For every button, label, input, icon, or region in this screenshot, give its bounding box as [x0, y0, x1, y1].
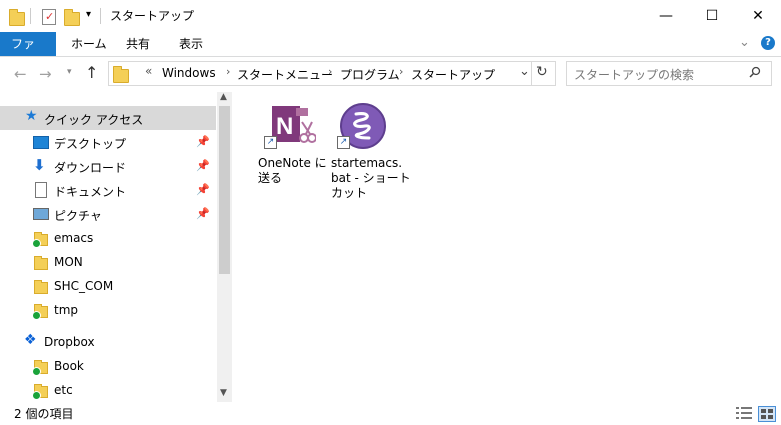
folder-icon [113, 65, 129, 83]
tab-file[interactable]: ファイル [0, 32, 56, 75]
search-icon[interactable] [749, 66, 761, 78]
sidebar-item-label: ドキュメント [54, 185, 127, 199]
pin-icon[interactable]: 📌 [196, 207, 210, 220]
divider [100, 8, 101, 24]
sync-check-icon [32, 367, 41, 376]
breadcrumb-overflow[interactable]: « [145, 64, 152, 78]
folder-icon [34, 280, 48, 294]
folder-icon [9, 8, 25, 26]
sidebar-item-label: Book [54, 359, 84, 373]
folder-icon [32, 304, 48, 320]
sidebar-item-label: emacs [54, 231, 94, 245]
sidebar-item-downloads[interactable]: ⬇ ダウンロード 📌 [0, 154, 216, 178]
file-label: OneNote に 送る [258, 156, 327, 185]
sidebar-item-book[interactable]: Book [0, 354, 216, 378]
navigation-bar: ← → ▾ ↑ « Windows › スタートメニュー › プログラム › ス… [0, 58, 781, 90]
folder-icon [32, 360, 48, 376]
recent-locations-icon[interactable]: ▾ [67, 67, 72, 77]
scroll-down-icon[interactable]: ▼ [220, 388, 227, 398]
quick-access-dropdown-icon[interactable]: ▾ [86, 9, 91, 20]
refresh-icon[interactable]: ↻ [536, 64, 548, 80]
sidebar-item-label: tmp [54, 303, 79, 317]
breadcrumb-programs[interactable]: プログラム [340, 66, 400, 83]
content-pane: N ↗ OneNote に 送る ↗ startemacs. bat - ショー… [232, 92, 781, 402]
dropbox-icon: ❖ [24, 332, 37, 348]
shortcut-arrow-icon: ↗ [337, 136, 350, 149]
navigation-pane: ★ クイック アクセス デスクトップ 📌 ⬇ ダウンロード 📌 ドキュメント 📌… [0, 100, 232, 402]
folder-icon [34, 256, 48, 270]
properties-icon[interactable]: ✓ [42, 8, 56, 25]
close-button[interactable]: ✕ [735, 0, 781, 32]
address-bar[interactable]: « Windows › スタートメニュー › プログラム › スタートアップ ⌄… [108, 61, 556, 86]
sidebar-item-emacs[interactable]: emacs [0, 226, 216, 250]
breadcrumb-startup[interactable]: スタートアップ [411, 66, 495, 83]
sidebar-item-label: etc [54, 383, 73, 397]
title-bar: ✓ ▾ スタートアップ — ☐ ✕ [0, 0, 781, 32]
sidebar-item-documents[interactable]: ドキュメント 📌 [0, 178, 216, 202]
scroll-up-icon[interactable]: ▲ [220, 92, 227, 102]
address-dropdown-icon[interactable]: ⌄ [519, 64, 530, 79]
maximize-button[interactable]: ☐ [689, 0, 735, 32]
up-arrow-icon[interactable]: ↑ [85, 63, 98, 82]
scrollbar-thumb[interactable] [219, 106, 230, 274]
status-bar: 2 個の項目 [0, 402, 781, 425]
tab-share[interactable]: 共有 [114, 32, 162, 56]
document-icon [35, 182, 47, 198]
forward-arrow-icon[interactable]: → [39, 65, 52, 83]
breadcrumb-start-menu[interactable]: スタートメニュー [237, 66, 333, 83]
sidebar-scrollbar[interactable]: ▲ ▼ [217, 92, 232, 402]
desktop-icon [33, 136, 49, 149]
divider [30, 8, 31, 24]
tab-view[interactable]: 表示 [167, 32, 215, 56]
pin-icon[interactable]: 📌 [196, 183, 210, 196]
file-label: startemacs. bat - ショート カット [331, 156, 411, 200]
sidebar-item-label: デスクトップ [54, 137, 127, 151]
sidebar-item-label: Dropbox [44, 335, 95, 349]
picture-icon [33, 208, 49, 220]
expand-ribbon-icon[interactable]: ⌄ [739, 35, 750, 50]
sidebar-item-tmp[interactable]: tmp [0, 298, 216, 322]
search-input[interactable]: スタートアップの検索 [574, 66, 694, 83]
help-icon[interactable]: ? [761, 36, 775, 50]
large-icons-view-icon[interactable] [758, 406, 776, 422]
breadcrumb-windows[interactable]: Windows [162, 66, 216, 80]
window-title: スタートアップ [110, 9, 195, 23]
back-arrow-icon[interactable]: ← [14, 65, 27, 83]
star-icon: ★ [25, 108, 38, 124]
sync-check-icon [32, 391, 41, 400]
item-count: 2 個の項目 [14, 407, 74, 421]
download-icon: ⬇ [33, 156, 46, 174]
tab-home[interactable]: ホーム [59, 32, 119, 56]
sidebar-item-label: ピクチャ [54, 209, 102, 223]
sidebar-item-mon[interactable]: MON [0, 250, 216, 274]
sidebar-item-pictures[interactable]: ピクチャ 📌 [0, 202, 216, 226]
ribbon-tabs: ファイル ホーム 共有 表示 ⌄ ? [0, 32, 781, 75]
folder-icon [32, 384, 48, 400]
new-folder-icon[interactable] [64, 8, 80, 26]
details-view-icon[interactable] [736, 406, 752, 420]
sidebar-item-label: SHC_COM [54, 279, 114, 293]
shortcut-arrow-icon: ↗ [264, 136, 277, 149]
sync-check-icon [32, 311, 41, 320]
sidebar-item-label: クイック アクセス [44, 113, 144, 127]
sidebar-item-quick-access[interactable]: ★ クイック アクセス [0, 106, 216, 130]
pin-icon[interactable]: 📌 [196, 159, 210, 172]
sidebar-item-desktop[interactable]: デスクトップ 📌 [0, 130, 216, 154]
chevron-right-icon[interactable]: › [226, 65, 230, 78]
pin-icon[interactable]: 📌 [196, 135, 210, 148]
sync-check-icon [32, 239, 41, 248]
chevron-right-icon[interactable]: › [399, 65, 403, 78]
folder-icon [32, 232, 48, 248]
sidebar-item-shc-com[interactable]: SHC_COM [0, 274, 216, 298]
chevron-right-icon[interactable]: › [328, 65, 332, 78]
sidebar-item-label: ダウンロード [54, 161, 127, 175]
minimize-button[interactable]: — [643, 0, 689, 32]
sidebar-item-dropbox[interactable]: ❖ Dropbox [0, 330, 216, 354]
search-box[interactable]: スタートアップの検索 [566, 61, 772, 86]
sidebar-item-etc[interactable]: etc [0, 378, 216, 402]
sidebar-item-label: MON [54, 255, 83, 269]
svg-text:N: N [276, 113, 293, 140]
divider [531, 62, 532, 85]
